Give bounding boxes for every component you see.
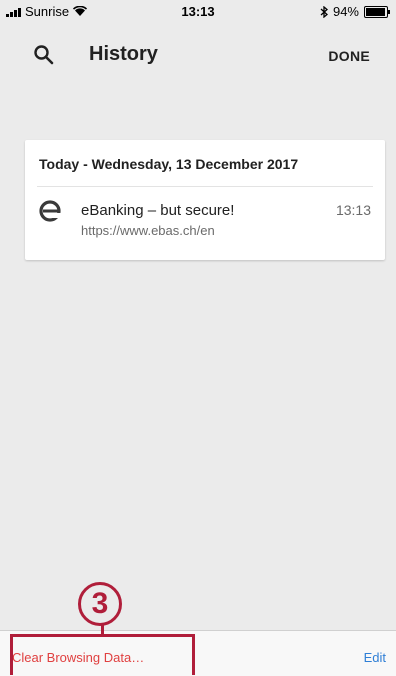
history-item-title: eBanking – but secure!: [81, 202, 235, 219]
history-item[interactable]: eBanking – but secure! https://www.ebas.…: [25, 192, 385, 248]
battery-percent: 94%: [332, 4, 359, 19]
battery-fill: [366, 7, 385, 16]
done-button[interactable]: DONE: [328, 48, 370, 64]
annotation-highlight-box: [10, 634, 195, 675]
history-item-time: 13:13: [335, 202, 371, 218]
history-item-url: https://www.ebas.ch/en: [81, 223, 215, 238]
bluetooth-icon: [320, 5, 328, 18]
ebas-site-icon: [39, 200, 61, 222]
status-right: 94%: [320, 4, 390, 19]
status-bar: Sunrise 13:13 94%: [0, 0, 396, 22]
divider: [37, 186, 373, 187]
battery-icon: [364, 5, 390, 18]
header: History DONE: [0, 22, 396, 92]
search-icon[interactable]: [32, 43, 56, 67]
history-card: Today - Wednesday, 13 December 2017 eBan…: [25, 140, 385, 260]
section-header: Today - Wednesday, 13 December 2017: [39, 156, 299, 172]
edit-button[interactable]: Edit: [364, 650, 386, 665]
page-title: History: [89, 43, 158, 65]
annotation-step-badge: 3: [78, 582, 122, 626]
